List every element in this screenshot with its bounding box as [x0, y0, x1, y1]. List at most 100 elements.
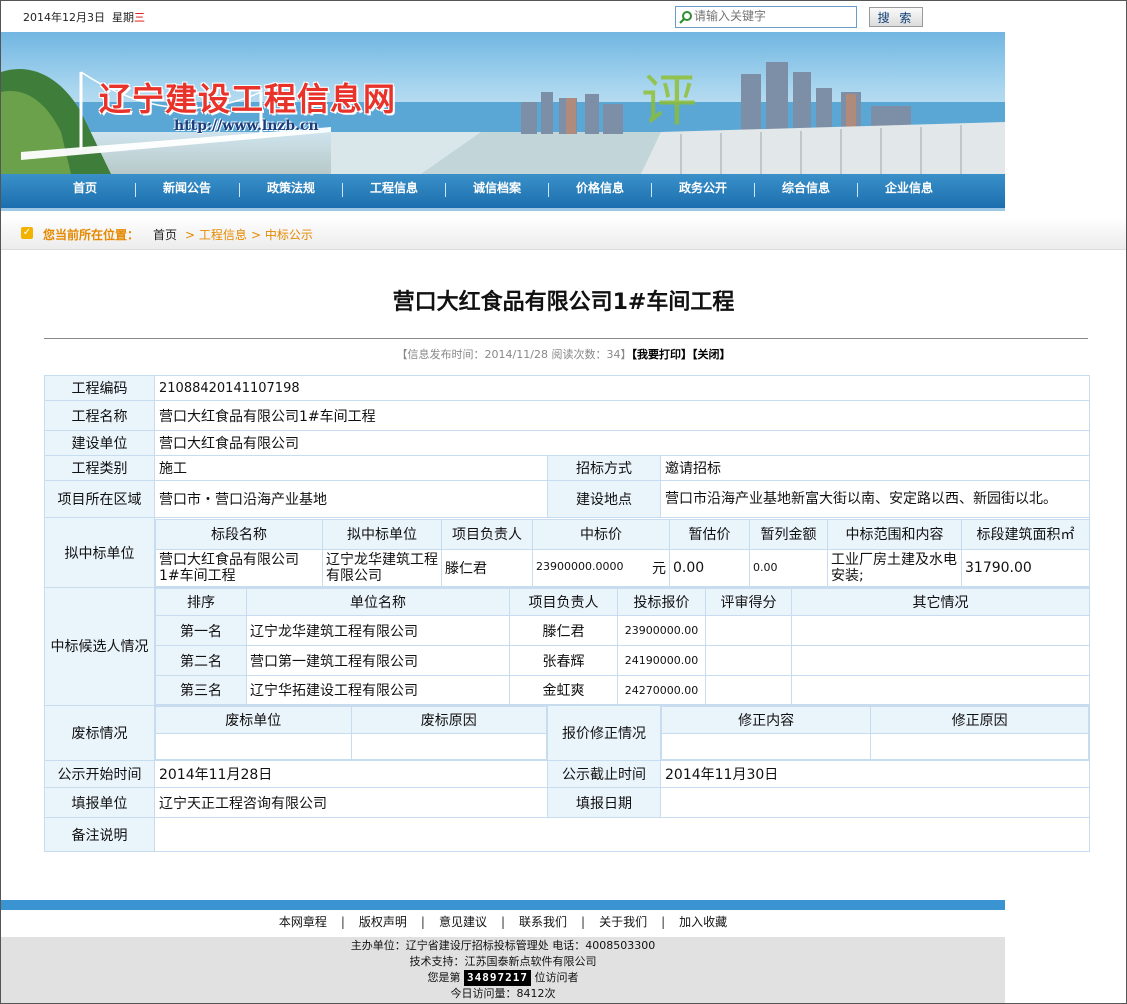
nav-separator: [445, 183, 446, 197]
candidate-manager: 金虹爽: [509, 675, 618, 705]
nav-item-home[interactable]: 首页: [37, 174, 133, 208]
candidate-score: [705, 615, 792, 646]
invalid-cell: 废标单位 废标原因: [154, 705, 548, 761]
winner-price-cell: 23900000.0000 元: [532, 548, 670, 587]
label-invalid: 废标情况: [44, 705, 155, 761]
date-text: 2014年12月3日: [23, 11, 105, 24]
print-link[interactable]: 【我要打印】: [631, 348, 692, 361]
candidate-header-score: 评审得分: [705, 588, 792, 616]
award-detail-table: 工程编码 21088420141107198 工程名称 营口大红食品有限公司1#…: [44, 375, 1091, 852]
candidates-table: 排序 单位名称 项目负责人 投标报价 评审得分 其它情况 第一名 辽宁龙华建筑工…: [155, 588, 1089, 705]
location-label: 您当前所在位置：: [43, 228, 140, 242]
nav-item-news[interactable]: 新闻公告: [139, 174, 235, 208]
footer-link-contact[interactable]: 联系我们: [519, 915, 567, 929]
candidate-header-unit: 单位名称: [246, 588, 510, 616]
footer-today: 今日访问量：8412次: [450, 987, 556, 1000]
search-button[interactable]: 搜 索: [869, 7, 923, 27]
candidate-unit: 辽宁龙华建筑工程有限公司: [246, 615, 510, 646]
footer-host: 主办单位：辽宁省建设厅招标投标管理处 电话：4008503300: [350, 939, 656, 952]
correction-header-content: 修正内容: [661, 706, 872, 734]
candidate-header-rank: 排序: [155, 588, 247, 616]
candidate-other: [791, 645, 1089, 676]
candidate-unit: 营口第一建筑工程有限公司: [246, 645, 510, 676]
nav-item-policy[interactable]: 政策法规: [243, 174, 339, 208]
visitor-prefix: 您是第: [427, 971, 461, 984]
invalid-header-unit: 废标单位: [155, 706, 352, 734]
candidate-bid: 23900000.00: [617, 615, 706, 646]
candidate-other: [791, 615, 1089, 646]
footer-link-favorite[interactable]: 加入收藏: [679, 915, 727, 929]
nav-separator: [135, 183, 136, 197]
footer-divider: [1, 900, 1005, 910]
visitor-suffix: 位访问者: [534, 971, 579, 984]
label-filler-date: 填报日期: [547, 787, 661, 818]
table-row: 第一名 辽宁龙华建筑工程有限公司 滕仁君 23900000.00: [155, 615, 1089, 646]
label-publicity-start: 公示开始时间: [44, 760, 155, 788]
site-url: http://www.lnzb.cn: [174, 118, 319, 134]
nav-item-enterprise[interactable]: 企业信息: [861, 174, 957, 208]
winner-scope: 工业厂房土建及水电安装;: [827, 548, 962, 587]
footer-visitor: 您是第 34897217 位访问者: [1, 970, 1005, 986]
value-publicity-start: 2014年11月28日: [154, 760, 548, 788]
winner-header-price: 中标价: [532, 518, 670, 550]
candidate-manager: 滕仁君: [509, 615, 618, 646]
value-project-code: 21088420141107198: [153, 375, 1091, 401]
label-project-type: 工程类别: [44, 455, 155, 481]
value-publicity-end: 2014年11月30日: [659, 760, 1091, 788]
winner-price-unit: 元: [652, 560, 666, 577]
table-row: 第二名 营口第一建筑工程有限公司 张春辉 24190000.00: [155, 645, 1089, 676]
value-project-type: 施工: [154, 455, 548, 481]
article-meta: 【信息发布时间：2014/11/28 阅读次数：34】【我要打印】【关闭】: [1, 346, 1126, 362]
site-banner: 评 辽宁建设工程信息网 http://www.lnzb.cn: [1, 32, 1005, 174]
breadcrumb-home[interactable]: 首页: [153, 226, 177, 243]
value-project-name: 营口大红食品有限公司1#车间工程: [153, 400, 1091, 431]
nav-item-project-info[interactable]: 工程信息: [346, 174, 442, 208]
nav-item-credit[interactable]: 诚信档案: [449, 174, 545, 208]
main-nav: 首页 新闻公告 政策法规 工程信息 诚信档案 价格信息 政务公开 综合信息 企业…: [1, 174, 1005, 211]
nav-separator: [548, 183, 549, 197]
winner-provisional-sum: 0.00: [749, 548, 828, 587]
nav-separator: [754, 183, 755, 197]
breadcrumb-project-info[interactable]: > 工程信息: [185, 226, 247, 243]
winner-header-manager: 项目负责人: [441, 518, 533, 550]
svg-text:评: 评: [641, 69, 697, 134]
label-proposed-winner: 拟中标单位: [44, 517, 155, 588]
label-candidates: 中标候选人情况: [44, 587, 155, 706]
winner-cell: 标段名称 拟中标单位 项目负责人 中标价 暂估价 暂列金额 中标范围和内容 标段…: [153, 517, 1091, 588]
candidate-bid: 24270000.00: [617, 675, 706, 705]
nav-item-general[interactable]: 综合信息: [758, 174, 854, 208]
winner-header-provisional-sum: 暂列金额: [749, 518, 828, 550]
label-filler-unit: 填报单位: [44, 787, 155, 818]
footer-link-feedback[interactable]: 意见建议: [439, 915, 487, 929]
nav-item-price[interactable]: 价格信息: [552, 174, 648, 208]
winner-area: 31790.00: [961, 548, 1089, 587]
label-price-correction: 报价修正情况: [547, 705, 661, 761]
nav-item-gov[interactable]: 政务公开: [655, 174, 751, 208]
winner-price: 23900000.0000: [536, 559, 624, 573]
candidate-manager: 张春辉: [509, 645, 618, 676]
search-box[interactable]: [675, 6, 857, 28]
weekday-day: 三: [134, 11, 145, 24]
site-name: 辽宁建设工程信息网: [99, 80, 397, 118]
winner-header-unit: 拟中标单位: [322, 518, 442, 550]
value-region: 营口市・营口沿海产业基地: [154, 480, 548, 518]
correction-reason-empty: [870, 733, 1089, 760]
winner-provisional: 0.00: [669, 548, 750, 587]
value-location: 营口市沿海产业基地新富大街以南、安定路以西、新园街以北。: [659, 480, 1091, 518]
search-input[interactable]: [694, 8, 852, 24]
label-build-unit: 建设单位: [44, 430, 155, 456]
close-link[interactable]: 【关闭】: [692, 348, 731, 361]
page-title: 营口大红食品有限公司1#车间工程: [392, 290, 735, 315]
footer-link-copyright[interactable]: 版权声明: [359, 915, 407, 929]
value-filler-unit: 辽宁天正工程咨询有限公司: [154, 787, 548, 818]
breadcrumb-award-notice[interactable]: > 中标公示: [251, 226, 313, 243]
footer-link-charter[interactable]: 本网章程: [279, 915, 327, 929]
footer-link-about[interactable]: 关于我们: [599, 915, 647, 929]
correction-cell: 修正内容 修正原因: [659, 705, 1091, 761]
value-bid-method: 邀请招标: [659, 455, 1091, 481]
value-filler-date: [659, 787, 1091, 818]
candidate-unit: 辽宁华拓建设工程有限公司: [246, 675, 510, 705]
nav-separator: [651, 183, 652, 197]
invalid-header-reason: 废标原因: [350, 706, 547, 734]
winner-header-area: 标段建筑面积㎡: [961, 518, 1089, 550]
